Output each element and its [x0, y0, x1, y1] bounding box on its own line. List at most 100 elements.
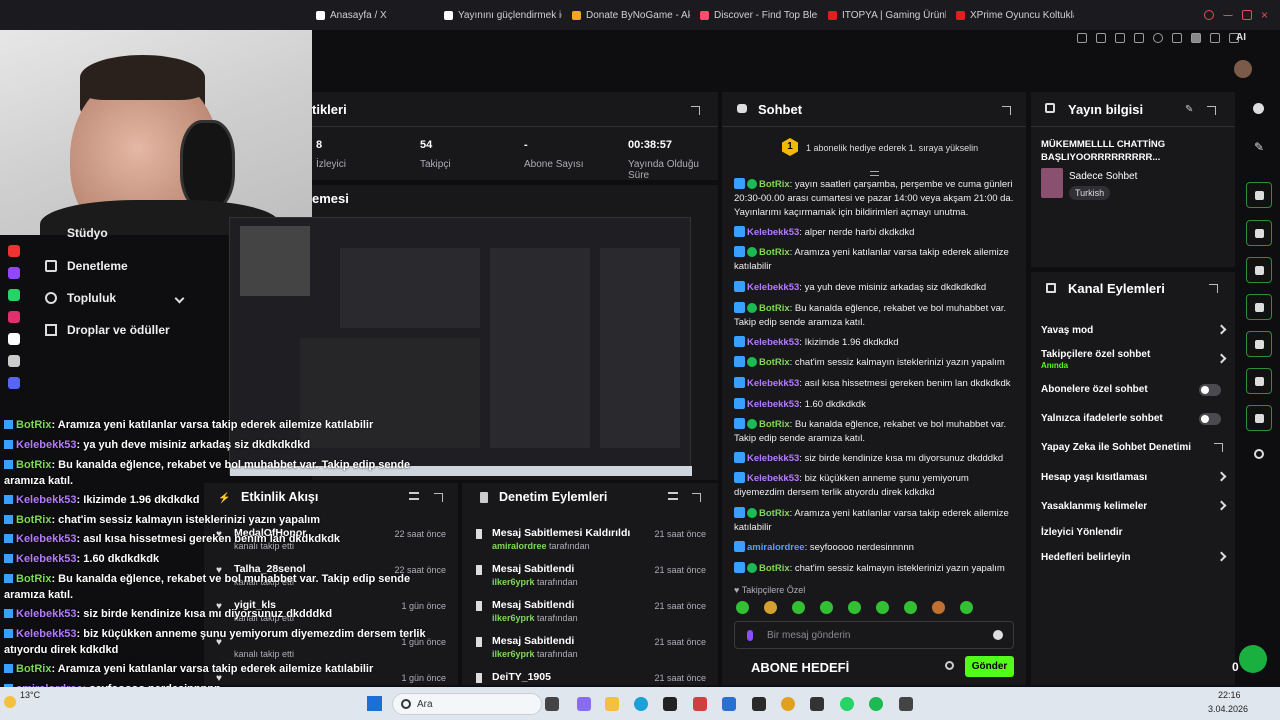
channel-action-7[interactable]: İzleyici Yönlendir	[1041, 527, 1225, 538]
sidebar-item-drops[interactable]: Droplar ve ödüller	[45, 323, 170, 337]
grid-icon[interactable]	[1115, 33, 1125, 43]
terminal-icon[interactable]	[752, 697, 766, 711]
emote-icon[interactable]	[876, 601, 889, 614]
chat-message[interactable]: Kelebekk53: asıl kısa hissetmesi gereken…	[734, 377, 1014, 391]
discord-icon[interactable]	[8, 377, 20, 389]
edit-icon[interactable]: ✎	[1254, 140, 1264, 154]
tab-4[interactable]: ITOPYA | Gaming Ürünler	[828, 6, 946, 24]
obs-icon[interactable]	[663, 697, 677, 711]
emote-icon[interactable]	[848, 601, 861, 614]
sidebar-item-studio[interactable]: Stüdyo	[45, 226, 108, 240]
puzzle-icon[interactable]	[1172, 33, 1182, 43]
play-icon[interactable]	[1134, 33, 1144, 43]
mail-icon[interactable]	[722, 697, 736, 711]
twitch-icon[interactable]	[8, 267, 20, 279]
minimize-icon[interactable]	[1223, 10, 1233, 16]
sidebar-item-community[interactable]: Topluluk	[45, 291, 185, 305]
chat-message[interactable]: amiralordree: seyfooooo nerdesinnnnn	[734, 541, 1014, 555]
mod-action-row[interactable]: Mesaj Sabitlendi ilker6yprk tarafından 21 …	[462, 559, 718, 595]
ai-button[interactable]: AI	[1236, 32, 1246, 43]
tab-1[interactable]: Yayınını güçlendirmek için	[444, 6, 562, 24]
chat-message[interactable]: BotRix: chat'im sessiz kalmayın istekler…	[734, 356, 1014, 370]
chat-message[interactable]: BotRix: Bu kanalda eğlence, rekabet ve b…	[734, 418, 1014, 446]
chat-message[interactable]: Kelebekk53: alper nerde harbi dkdkdkd	[734, 226, 1014, 240]
restore-icon[interactable]	[1242, 10, 1252, 20]
screenshot-icon[interactable]	[1096, 33, 1106, 43]
channel-action-5[interactable]: Hesap yaşı kısıtlaması	[1041, 471, 1227, 483]
emote-icon[interactable]	[904, 601, 917, 614]
chat-message[interactable]: Kelebekk53: 1.60 dkdkdkdk	[734, 398, 1014, 412]
mod-action-row[interactable]: Mesaj Sabitlendi ilker6yprk tarafından 21 …	[462, 595, 718, 631]
popout-icon[interactable]	[1207, 106, 1216, 115]
app-icon[interactable]	[810, 697, 824, 711]
chat-message[interactable]: BotRix: chat'im sessiz kalmayın istekler…	[734, 562, 1014, 576]
emote-icon[interactable]	[820, 601, 833, 614]
chat-message[interactable]: BotRix: yayın saatleri çarşamba, perşemb…	[734, 178, 1014, 220]
explorer-icon[interactable]	[605, 697, 619, 711]
close-icon[interactable]: ×	[1261, 9, 1271, 21]
chevron-down-icon[interactable]	[174, 293, 185, 303]
emote-icon[interactable]	[736, 601, 749, 614]
channel-action-0[interactable]: Yavaş mod	[1041, 324, 1227, 336]
window-controls[interactable]: ×	[1204, 9, 1271, 21]
chat-message[interactable]: Kelebekk53: ya yuh deve misiniz arkadaş …	[734, 281, 1014, 295]
send-button[interactable]: Gönder	[965, 656, 1014, 677]
pinned-handle[interactable]	[870, 171, 879, 176]
chrome-icon[interactable]	[781, 697, 795, 711]
start-icon[interactable]	[367, 696, 382, 711]
chat-message[interactable]: Kelebekk53: biz küçükken anneme şunu yem…	[734, 472, 1014, 500]
app-icon[interactable]	[693, 697, 707, 711]
broadcast-button[interactable]	[1246, 331, 1272, 357]
mic-icon[interactable]	[747, 630, 753, 641]
popout-icon[interactable]	[692, 493, 701, 502]
pin-icon[interactable]	[1077, 33, 1087, 43]
channel-action-1[interactable]: Takipçilere özel sohbet Anında	[1041, 349, 1227, 370]
whatsapp-icon[interactable]	[840, 697, 854, 711]
emote-icon[interactable]	[792, 601, 805, 614]
wrench-button[interactable]	[1246, 405, 1272, 431]
copilot-icon[interactable]	[577, 697, 591, 711]
channel-action-2[interactable]: Abonelere özel sohbet	[1041, 384, 1225, 396]
whatsapp-icon[interactable]	[8, 289, 20, 301]
search-icon[interactable]	[1204, 10, 1214, 20]
settings-icon[interactable]	[1254, 449, 1264, 459]
spotify-icon[interactable]	[869, 697, 883, 711]
list-button[interactable]	[1246, 368, 1272, 394]
tiktok-icon[interactable]	[8, 333, 20, 345]
mod-action-row[interactable]: Mesaj Sabitlendi ilker6yprk tarafından 21 …	[462, 631, 718, 667]
channel-action-6[interactable]: Yasaklanmış kelimeler	[1041, 500, 1227, 512]
channel-action-3[interactable]: Yalnızca ifadelerle sohbet	[1041, 413, 1225, 425]
chat-message[interactable]: Kelebekk53: Ikizimde 1.96 dkdkdkd	[734, 336, 1014, 350]
mod-action-row[interactable]: Mesaj Sabitlemesi Kaldırıldı amiralordree…	[462, 523, 718, 559]
info-icon[interactable]	[1253, 103, 1264, 114]
tab-3[interactable]: Discover - Find Top Blerps	[700, 6, 818, 24]
chat-button[interactable]	[1246, 294, 1272, 320]
taskview-icon[interactable]	[545, 697, 559, 711]
instagram-icon[interactable]	[8, 311, 20, 323]
youtube-icon[interactable]	[8, 245, 20, 257]
channel-action-8[interactable]: Hedefleri belirleyin	[1041, 551, 1227, 563]
emoji-icon[interactable]	[993, 630, 1003, 640]
heart-icon[interactable]	[1153, 33, 1163, 43]
edge-icon[interactable]	[634, 697, 648, 711]
x-icon[interactable]	[8, 355, 20, 367]
chat-message[interactable]: BotRix: Bu kanalda eğlence, rekabet ve b…	[734, 302, 1014, 330]
camera-button[interactable]	[1246, 182, 1272, 208]
emote-icon[interactable]	[960, 601, 973, 614]
document-button[interactable]	[1246, 257, 1272, 283]
settings-icon[interactable]	[945, 661, 954, 670]
edit-icon[interactable]: ✎	[1185, 104, 1193, 115]
chat-input[interactable]: Bir mesaj gönderin	[734, 621, 1014, 649]
filter-icon[interactable]	[668, 492, 678, 500]
chat-message[interactable]: BotRix: Aramıza yeni katılanlar varsa ta…	[734, 246, 1014, 274]
toggle-switch[interactable]	[1199, 384, 1221, 396]
profile-icon[interactable]	[1191, 33, 1201, 43]
chat-message[interactable]: Kelebekk53: siz birde kendinize kısa mı …	[734, 452, 1014, 466]
chat-message[interactable]: BotRix: Aramıza yeni katılanlar varsa ta…	[734, 507, 1014, 535]
taskbar-search[interactable]: Ara	[392, 693, 542, 715]
tab-2[interactable]: Donate ByNoGame - Akıl	[572, 6, 690, 24]
popout-icon[interactable]	[1002, 106, 1011, 115]
tab-0[interactable]: Anasayfa / X	[316, 6, 387, 24]
download-icon[interactable]	[1210, 33, 1220, 43]
popout-icon[interactable]	[691, 106, 700, 115]
